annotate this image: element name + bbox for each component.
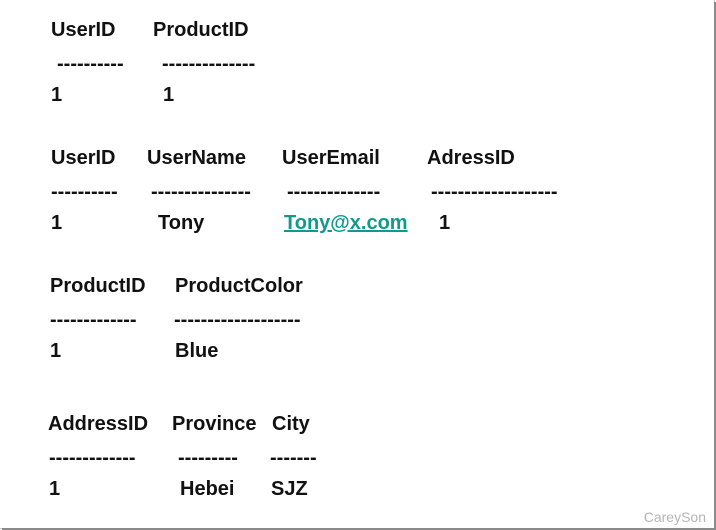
column-divider: ----------: [57, 53, 124, 75]
column-divider: -------------------: [174, 309, 301, 331]
column-divider: ----------: [51, 181, 118, 203]
column-header: ProductID: [50, 275, 146, 297]
column-divider: -------------: [50, 309, 137, 331]
column-header: Province: [172, 413, 257, 435]
column-header: ProductID: [153, 19, 249, 41]
email-link[interactable]: Tony@x.com: [284, 211, 408, 235]
cell-value: Blue: [175, 340, 219, 362]
cell-value: SJZ: [271, 478, 308, 500]
column-header: UserID: [51, 19, 116, 41]
cell-value: Hebei: [180, 478, 235, 500]
column-header: UserID: [51, 147, 116, 169]
cell-value: 1: [439, 212, 451, 234]
column-divider: --------------: [287, 181, 381, 203]
watermark: CareySon: [643, 509, 706, 525]
column-divider: ---------: [178, 447, 238, 469]
column-divider: -------: [270, 447, 317, 469]
slide: UserID ProductID ---------- ------------…: [0, 0, 715, 529]
column-divider: ---------------: [151, 181, 251, 203]
column-header: UserName: [147, 147, 246, 169]
cell-value: 1: [51, 212, 63, 234]
column-header: AddressID: [48, 413, 149, 435]
column-header: AdressID: [427, 147, 515, 169]
cell-value: 1: [163, 84, 175, 106]
cell-value: Tony: [158, 212, 205, 234]
cell-value: 1: [50, 340, 62, 362]
column-divider: --------------: [162, 53, 256, 75]
column-header: UserEmail: [282, 147, 380, 169]
column-divider: -------------: [49, 447, 136, 469]
cell-value: 1: [51, 84, 63, 106]
column-header: City: [272, 413, 310, 435]
column-divider: -------------------: [431, 181, 558, 203]
column-header: ProductColor: [175, 275, 303, 297]
cell-value: 1: [49, 478, 61, 500]
